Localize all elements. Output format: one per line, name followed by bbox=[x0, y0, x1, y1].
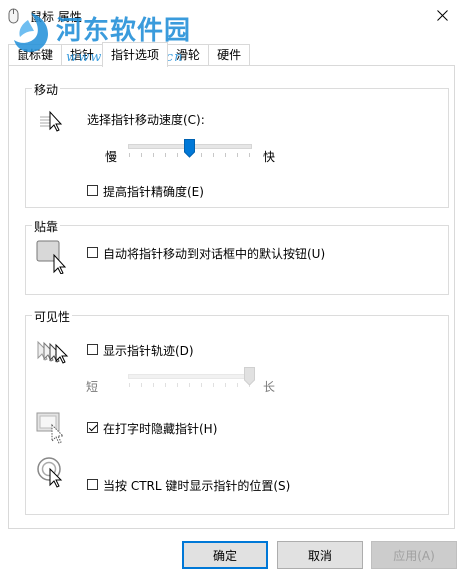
slider-tick bbox=[201, 153, 202, 157]
slider-tick bbox=[237, 153, 238, 157]
visibility-group: 可见性 显示指针轨迹(D) 短 长 在打字时隐藏指针(H) 当按 CTRL 键时… bbox=[25, 308, 449, 515]
slider-tick bbox=[225, 383, 226, 387]
motion-group: 移动 选择指针移动速度(C): 慢 快 提高指针精确度(E) bbox=[25, 81, 449, 208]
show-location-checkbox[interactable] bbox=[87, 479, 98, 490]
slider-tick bbox=[141, 383, 142, 387]
hide-while-typing-checkbox[interactable] bbox=[87, 422, 98, 433]
slider-tick bbox=[177, 153, 178, 157]
pointer-trails-label[interactable]: 显示指针轨迹(D) bbox=[103, 342, 194, 359]
slider-tick bbox=[189, 383, 190, 387]
title-bar: 鼠标 属性 bbox=[0, 0, 465, 31]
tab-hardware[interactable]: 硬件 bbox=[208, 44, 251, 66]
tab-buttons[interactable]: 鼠标键 bbox=[8, 44, 63, 66]
slider-tick bbox=[141, 153, 142, 157]
slider-tick bbox=[129, 383, 130, 387]
slider-tick bbox=[165, 153, 166, 157]
slider-tick bbox=[213, 153, 214, 157]
enhance-precision-label[interactable]: 提高指针精确度(E) bbox=[103, 183, 204, 200]
slider-tick bbox=[177, 383, 178, 387]
slider-tick bbox=[225, 153, 226, 157]
tab-pointers[interactable]: 指针 bbox=[61, 44, 104, 66]
speed-slider-thumb[interactable] bbox=[184, 139, 195, 158]
tab-strip: 鼠标键 指针 指针选项 滑轮 硬件 bbox=[8, 42, 251, 67]
pointer-speed-icon bbox=[38, 109, 68, 136]
pointer-trails-checkbox[interactable] bbox=[87, 344, 98, 355]
apply-button[interactable]: 应用(A) bbox=[371, 541, 457, 569]
snap-to-checkbox[interactable] bbox=[87, 247, 98, 258]
tab-pointer-options[interactable]: 指针选项 bbox=[102, 42, 169, 67]
slider-tick bbox=[201, 383, 202, 387]
mouse-icon bbox=[6, 8, 22, 27]
slider-tick bbox=[153, 383, 154, 387]
enhance-precision-checkbox[interactable] bbox=[87, 185, 98, 196]
hide-while-typing-label[interactable]: 在打字时隐藏指针(H) bbox=[103, 420, 217, 437]
slow-label: 慢 bbox=[105, 150, 118, 164]
slider-tick bbox=[237, 383, 238, 387]
cancel-button[interactable]: 取消 bbox=[277, 541, 363, 569]
snap-to-label[interactable]: 自动将指针移动到对话框中的默认按钮(U) bbox=[103, 245, 325, 262]
snap-group: 贴靠 自动将指针移动到对话框中的默认按钮(U) bbox=[25, 218, 449, 295]
visibility-group-label: 可见性 bbox=[32, 308, 73, 325]
show-location-icon bbox=[36, 456, 70, 493]
window-title: 鼠标 属性 bbox=[30, 10, 82, 24]
speed-label: 选择指针移动速度(C): bbox=[87, 113, 205, 127]
slider-tick bbox=[165, 383, 166, 387]
slider-tick bbox=[153, 153, 154, 157]
slider-tick bbox=[249, 153, 250, 157]
motion-group-label: 移动 bbox=[32, 81, 61, 98]
slider-tick bbox=[129, 153, 130, 157]
snap-to-button-icon bbox=[36, 240, 70, 277]
tab-panel: 移动 选择指针移动速度(C): 慢 快 提高指针精确度(E) 贴靠 自动将指针移… bbox=[8, 65, 455, 529]
speed-slider[interactable] bbox=[126, 139, 254, 167]
trail-length-slider bbox=[126, 366, 255, 394]
ok-button[interactable]: 确定 bbox=[182, 541, 268, 569]
fast-label: 快 bbox=[263, 150, 276, 164]
hide-while-typing-icon bbox=[36, 412, 70, 447]
slider-tick bbox=[213, 383, 214, 387]
trail-long-label: 长 bbox=[263, 380, 276, 394]
close-button[interactable] bbox=[419, 0, 465, 31]
show-location-label[interactable]: 当按 CTRL 键时显示指针的位置(S) bbox=[103, 477, 290, 494]
close-icon bbox=[436, 10, 448, 21]
pointer-trails-icon bbox=[36, 340, 70, 371]
trail-short-label: 短 bbox=[86, 380, 99, 394]
trail-slider-thumb bbox=[244, 367, 255, 386]
snap-group-label: 贴靠 bbox=[32, 218, 61, 235]
trail-slider-track bbox=[128, 374, 252, 379]
tab-wheel[interactable]: 滑轮 bbox=[167, 44, 210, 66]
